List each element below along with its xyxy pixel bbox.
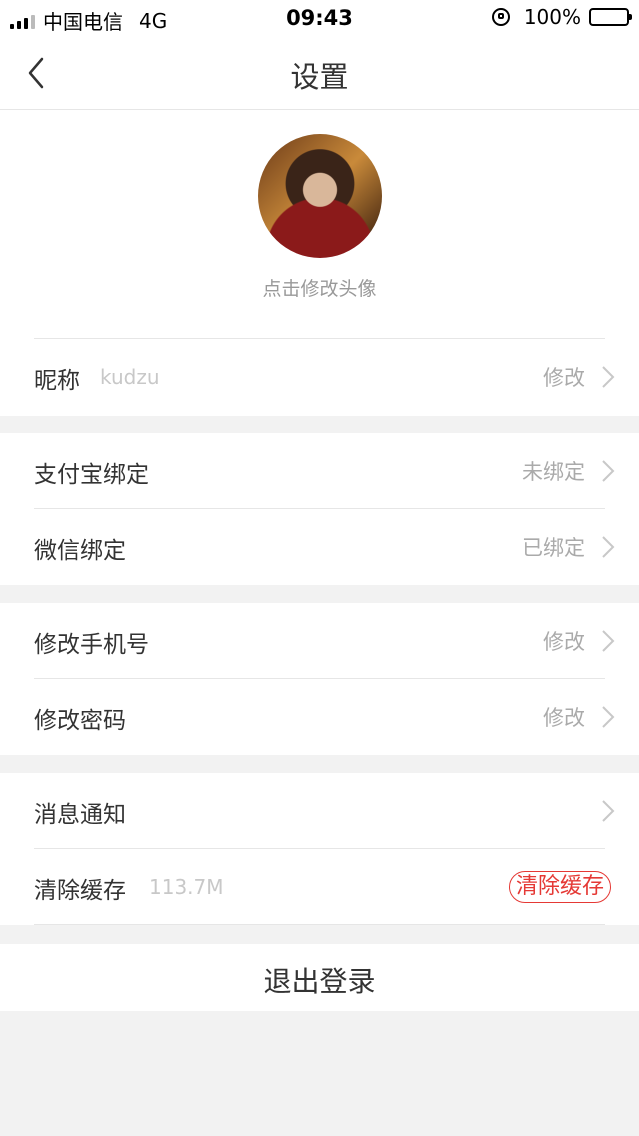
change-password-action: 修改	[543, 706, 585, 730]
change-phone-action: 修改	[543, 630, 585, 654]
change-phone-row[interactable]: 修改手机号 修改	[0, 603, 639, 679]
change-password-row[interactable]: 修改密码 修改	[0, 679, 639, 755]
clear-cache-label: 清除缓存	[34, 878, 126, 904]
chevron-right-icon	[602, 630, 615, 652]
divider	[34, 924, 605, 925]
rotation-lock-icon	[491, 8, 510, 26]
chevron-right-icon	[602, 366, 615, 388]
wechat-binding-row[interactable]: 微信绑定 已绑定	[0, 509, 639, 585]
change-password-label: 修改密码	[34, 708, 126, 734]
notification-row[interactable]: 消息通知	[0, 773, 639, 849]
alipay-binding-row[interactable]: 支付宝绑定 未绑定	[0, 433, 639, 509]
avatar[interactable]	[258, 134, 382, 258]
change-phone-label: 修改手机号	[34, 632, 149, 658]
nickname-row[interactable]: 昵称 kudzu 修改	[0, 339, 639, 415]
clear-cache-button[interactable]: 清除缓存	[508, 871, 611, 903]
chevron-right-icon	[602, 536, 615, 558]
nickname-label: 昵称	[34, 368, 80, 394]
cache-size: 113.7M	[149, 875, 224, 899]
chevron-right-icon	[602, 706, 615, 728]
logout-label: 退出登录	[263, 965, 376, 998]
wechat-label: 微信绑定	[34, 538, 126, 564]
nickname-value: kudzu	[100, 365, 160, 389]
alipay-status: 未绑定	[522, 460, 585, 484]
chevron-right-icon	[602, 460, 615, 482]
alipay-label: 支付宝绑定	[34, 462, 149, 488]
clear-cache-row: 清除缓存 113.7M 清除缓存	[0, 849, 639, 925]
status-right: 100%	[491, 5, 632, 29]
profile-section: 点击修改头像 昵称 kudzu 修改	[0, 110, 639, 416]
avatar-caption[interactable]: 点击修改头像	[0, 274, 639, 301]
page-title: 设置	[290, 60, 349, 94]
chevron-right-icon	[602, 800, 615, 822]
logout-button[interactable]: 退出登录	[0, 944, 639, 1011]
battery-icon	[589, 8, 632, 26]
nav-bar: 设置	[0, 36, 639, 110]
nickname-action: 修改	[543, 366, 585, 390]
notification-label: 消息通知	[34, 802, 126, 828]
status-bar: 中国电信 4G 09:43 100%	[0, 0, 639, 36]
wechat-status: 已绑定	[522, 536, 585, 560]
battery-percent: 100%	[523, 5, 581, 29]
